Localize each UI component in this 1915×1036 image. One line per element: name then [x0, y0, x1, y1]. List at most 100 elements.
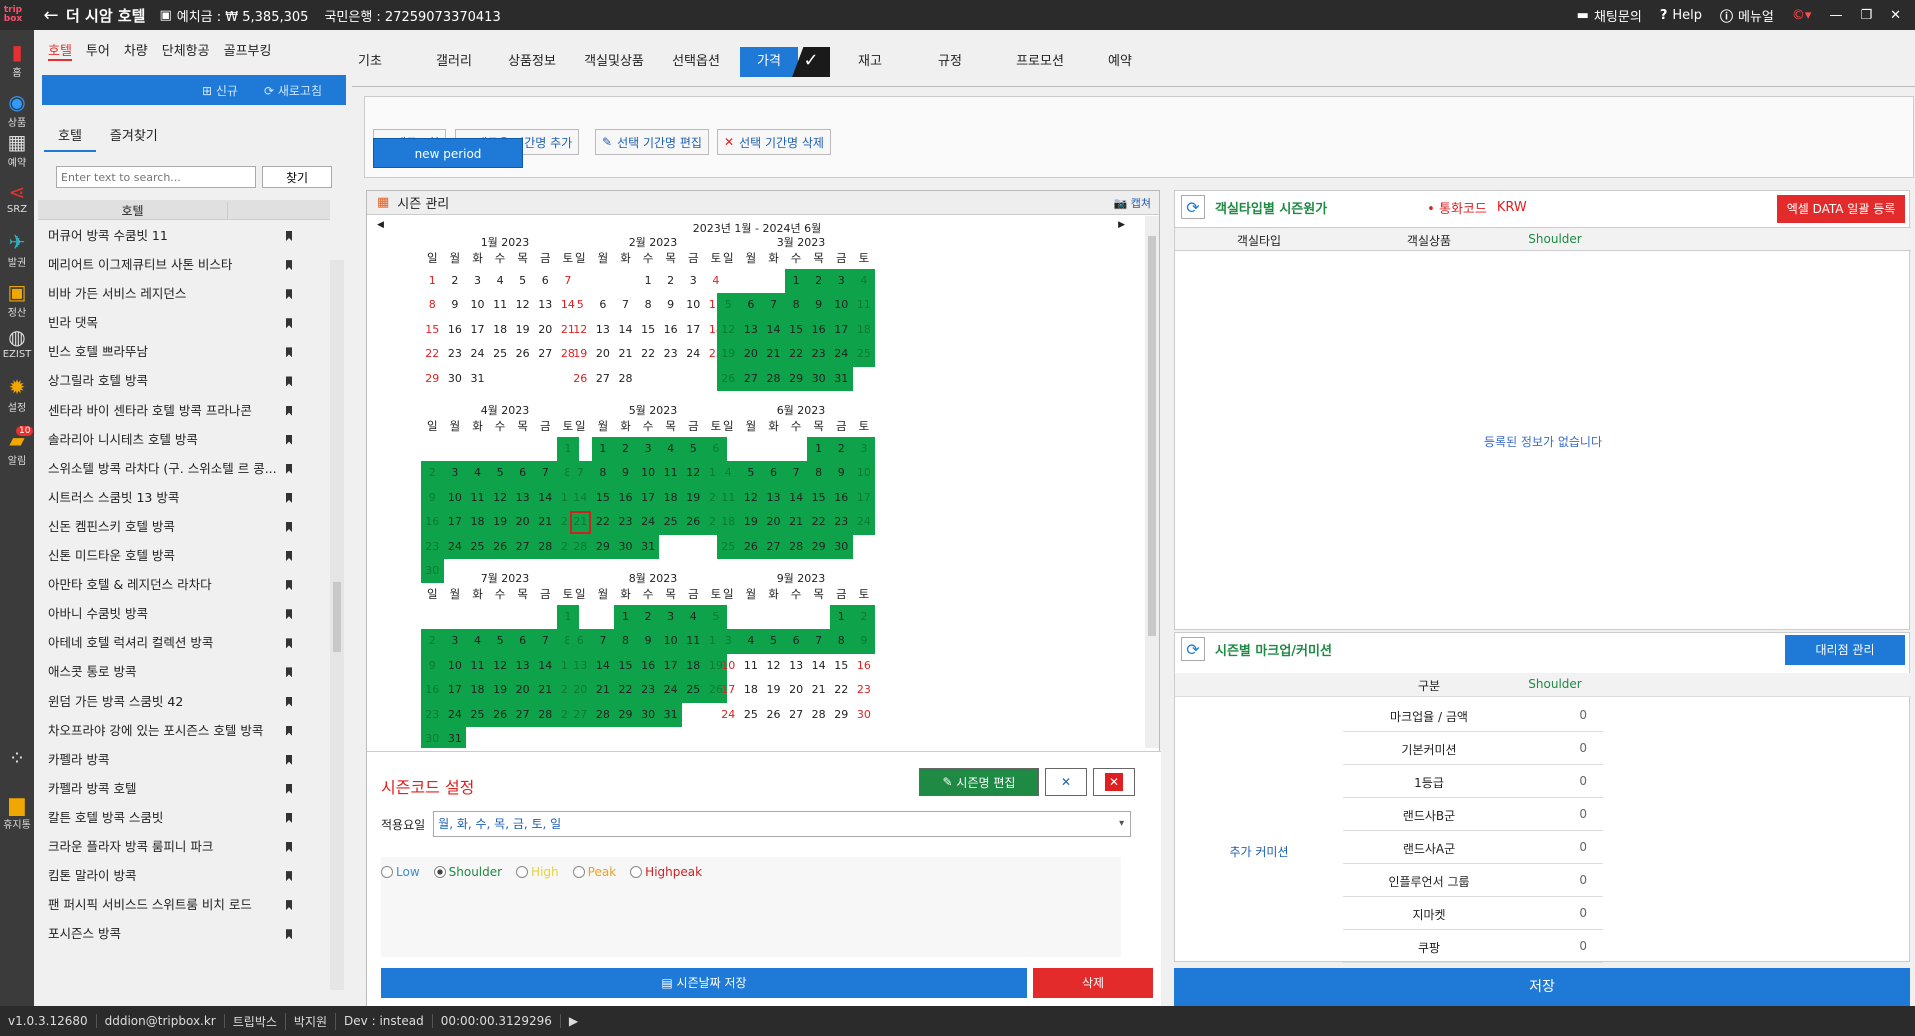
day-cell[interactable]: 26 [681, 510, 705, 535]
day-cell[interactable]: 3 [443, 629, 467, 654]
hotel-row[interactable]: 아테네 호텔 럭셔리 컬렉션 방콕 [38, 628, 330, 657]
day-cell[interactable]: 24 [829, 342, 853, 367]
day-cell[interactable]: 8 [637, 293, 660, 317]
day-cell[interactable]: 24 [636, 510, 660, 535]
day-cell[interactable]: 24 [852, 510, 876, 535]
bookmark-icon[interactable] [286, 231, 292, 241]
day-cell[interactable]: 27 [511, 702, 534, 727]
scroll-thumb[interactable] [333, 582, 341, 652]
day-cell[interactable]: 27 [762, 534, 785, 559]
excel-upload-button[interactable]: 엑셀 DATA 일괄 등록 [1777, 195, 1905, 223]
day-cell[interactable]: 11 [717, 485, 740, 511]
day-cell[interactable]: 28 [591, 702, 615, 727]
day-cell[interactable]: 18 [717, 510, 740, 535]
sidebar-item-2[interactable]: ▦ 예약 [0, 130, 34, 169]
day-cell[interactable]: 2 [444, 269, 467, 293]
day-cell[interactable]: 3 [682, 269, 705, 293]
prev-arrow-icon[interactable]: ◀ [377, 220, 384, 230]
day-cell[interactable]: 24 [443, 702, 467, 727]
category-tab-4[interactable]: 골프부킹 [224, 40, 272, 61]
day-cell[interactable]: 10 [852, 461, 876, 486]
day-cell[interactable]: 13 [511, 653, 534, 679]
hotel-row[interactable]: 시트러스 스쿰빗 13 방콕 [38, 483, 330, 512]
day-cell[interactable]: 9 [829, 461, 853, 486]
day-cell[interactable]: 4 [681, 605, 705, 630]
day-cell[interactable]: 12 [488, 485, 512, 511]
day-cell[interactable]: 9 [852, 629, 876, 654]
day-cell[interactable]: 26 [739, 534, 763, 559]
day-cell[interactable]: 20 [511, 678, 534, 703]
bookmark-icon[interactable] [286, 929, 292, 940]
day-cell[interactable]: 14 [533, 485, 557, 511]
day-cell[interactable]: 6 [534, 269, 557, 293]
day-cell[interactable]: 27 [511, 534, 534, 559]
day-cell[interactable]: 11 [489, 293, 512, 317]
day-cell[interactable]: 1 [807, 437, 830, 462]
day-cell[interactable]: 1 [637, 269, 660, 293]
day-cell[interactable]: 13 [762, 485, 785, 511]
day-cell[interactable]: 19 [488, 510, 512, 535]
day-cell[interactable]: 16 [829, 485, 853, 511]
day-cell[interactable]: 31 [659, 702, 682, 727]
day-cell[interactable]: 14 [807, 654, 830, 678]
day-cell[interactable]: 11 [852, 293, 876, 318]
day-cell[interactable]: 15 [807, 485, 830, 511]
day-cell[interactable]: 26 [569, 367, 592, 391]
day-cell[interactable]: 18 [659, 485, 682, 511]
day-cell[interactable]: 13 [739, 317, 763, 343]
chat-button[interactable]: ▬ 채팅문의 [1577, 6, 1642, 25]
day-cell[interactable]: 8 [784, 293, 808, 318]
day-cell[interactable]: 1 [784, 269, 808, 294]
day-cell[interactable]: 29 [784, 366, 808, 391]
day-cell[interactable]: 25 [466, 534, 489, 559]
sidebar-item-9[interactable]: ⁘ [0, 746, 34, 770]
day-cell[interactable]: 12 [681, 461, 705, 486]
day-cell[interactable]: 6 [762, 461, 785, 486]
day-cell[interactable]: 7 [807, 629, 830, 654]
day-cell[interactable]: 19 [739, 510, 763, 535]
day-cell[interactable]: 17 [443, 678, 467, 703]
hotel-row[interactable]: 솔라리아 니시테츠 호텔 방콕 [38, 425, 330, 454]
restore-icon[interactable]: ❐ [1860, 8, 1872, 23]
day-cell[interactable]: 29 [830, 703, 853, 727]
day-cell[interactable]: 10 [682, 293, 705, 317]
day-cell[interactable]: 21 [569, 510, 592, 535]
day-cell[interactable]: 6 [739, 293, 763, 318]
capture-button[interactable]: 📷 캡쳐 [1114, 195, 1159, 211]
edit-season-name-button[interactable]: ✎ 시즌명 편집 [919, 768, 1039, 796]
tab-2[interactable]: 상품정보 [500, 47, 564, 77]
day-cell[interactable]: 17 [659, 653, 682, 679]
row-value[interactable]: 0 [1515, 939, 1595, 953]
day-cell[interactable]: 3 [636, 437, 660, 462]
day-cell[interactable]: 26 [488, 534, 512, 559]
bookmark-icon[interactable] [286, 609, 292, 620]
day-cell[interactable]: 15 [637, 318, 660, 342]
day-cell[interactable]: 3 [852, 437, 876, 462]
day-cell[interactable]: 18 [852, 317, 876, 343]
day-cell[interactable]: 24 [717, 703, 740, 727]
bookmark-icon[interactable] [286, 521, 292, 532]
day-cell[interactable]: 16 [807, 317, 830, 343]
day-cell[interactable]: 17 [682, 318, 705, 342]
day-cell[interactable]: 7 [533, 629, 557, 654]
day-cell[interactable]: 10 [659, 629, 682, 654]
day-cell[interactable]: 6 [511, 461, 534, 486]
bookmark-icon[interactable] [286, 841, 292, 852]
day-cell[interactable]: 24 [659, 678, 682, 703]
day-cell[interactable]: 22 [421, 342, 444, 366]
day-cell[interactable]: 2 [636, 605, 660, 630]
day-cell[interactable]: 14 [591, 653, 615, 679]
save-season-dates-button[interactable]: ▤ 시즌날짜 저장 [381, 968, 1027, 998]
row-value[interactable]: 0 [1515, 906, 1595, 920]
day-cell[interactable]: 28 [533, 702, 557, 727]
day-cell[interactable]: 28 [533, 534, 557, 559]
day-cell[interactable]: 30 [829, 534, 853, 559]
day-cell[interactable]: 25 [717, 534, 740, 559]
day-cell[interactable]: 24 [682, 342, 705, 366]
day-cell[interactable]: 5 [569, 293, 592, 317]
day-cell[interactable]: 23 [659, 342, 682, 366]
day-cell[interactable]: 25 [489, 342, 512, 366]
day-cell[interactable]: 16 [444, 318, 467, 342]
tab-9[interactable]: 예약 [1088, 47, 1152, 77]
day-cell[interactable]: 25 [852, 342, 876, 367]
